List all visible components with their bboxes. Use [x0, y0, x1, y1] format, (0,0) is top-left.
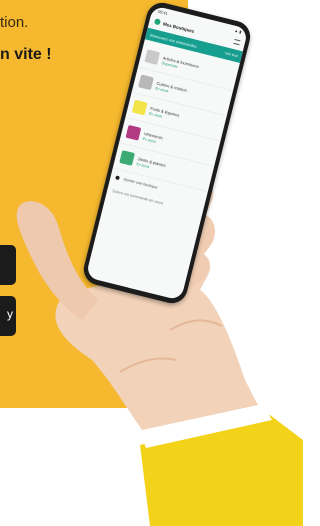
- promo-headline: n vite !: [0, 46, 52, 63]
- app-logo-icon: [153, 18, 162, 26]
- item-thumbnail: [138, 74, 154, 91]
- cuff-shape: [138, 403, 272, 448]
- item-thumbnail: [125, 124, 142, 141]
- sleeve-shape: [140, 415, 303, 526]
- item-thumbnail: [144, 49, 161, 65]
- status-icons: ▲ ▮: [233, 27, 243, 35]
- store-button[interactable]: y: [0, 296, 16, 336]
- promo-text-line-1: tion.: [0, 14, 29, 31]
- store-button[interactable]: [0, 245, 16, 285]
- item-thumbnail: [131, 99, 148, 116]
- store-button-label: y: [7, 307, 13, 321]
- app-promo-illustration: tion. n vite ! y 09:41 ▲ ▮ Mes Boutiques…: [0, 0, 303, 526]
- add-icon: [115, 175, 120, 181]
- menu-icon[interactable]: [233, 38, 241, 45]
- banner-action-button[interactable]: Voir tout: [225, 51, 238, 58]
- item-thumbnail: [119, 150, 135, 166]
